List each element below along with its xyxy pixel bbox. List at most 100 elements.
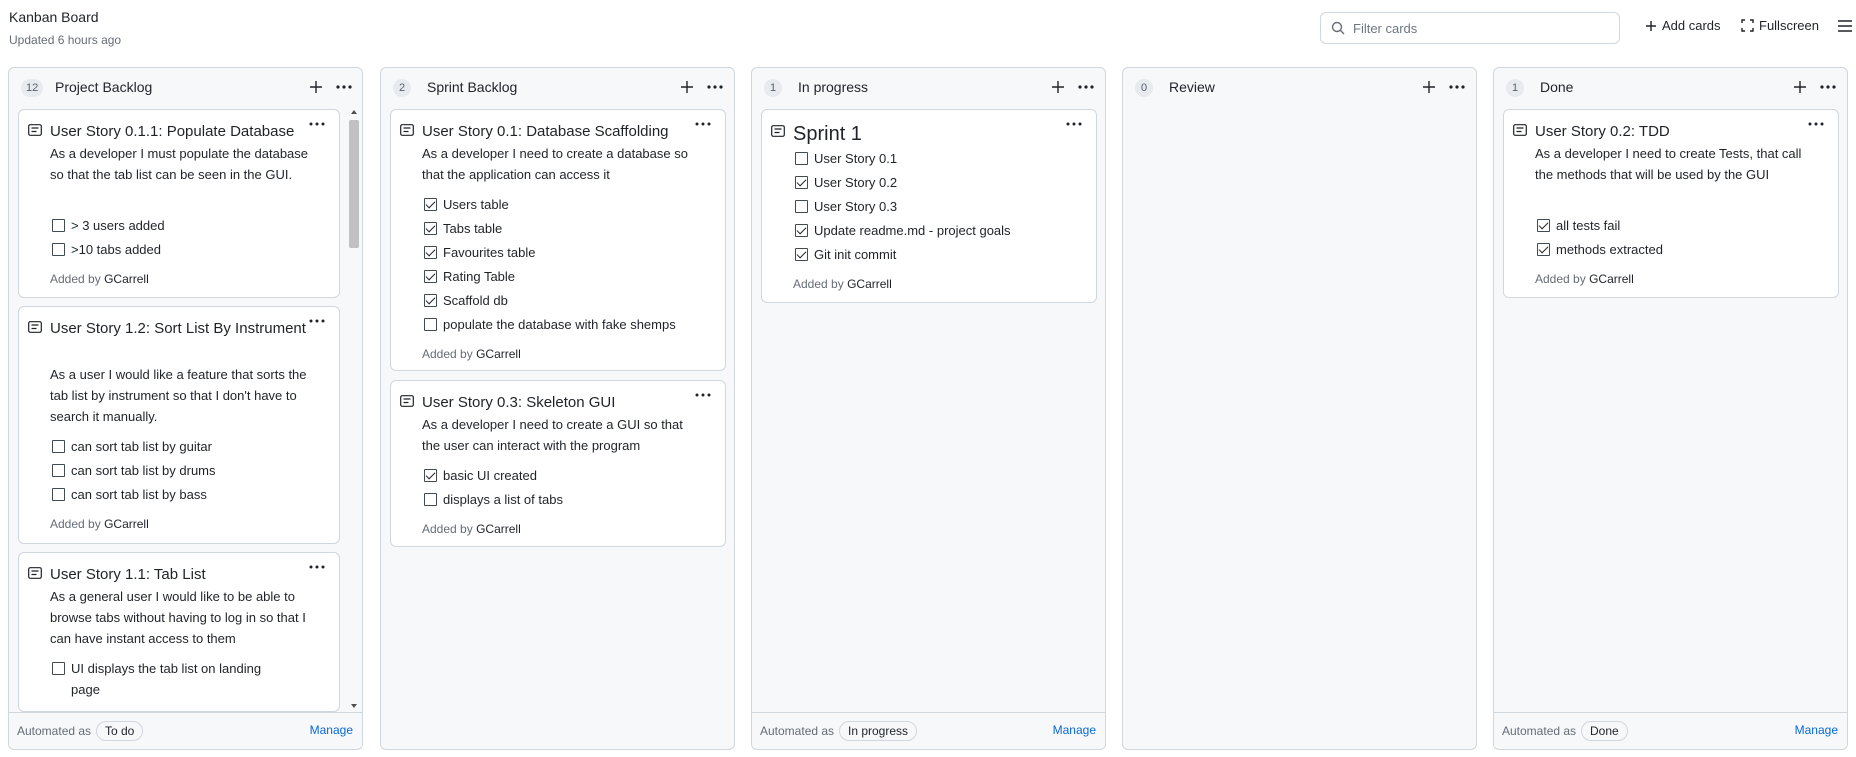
column-more-options-icon[interactable] <box>1076 77 1096 97</box>
card-more-options-icon[interactable] <box>308 120 326 134</box>
checkbox[interactable] <box>795 224 808 237</box>
author-link[interactable]: GCarrell <box>104 272 149 286</box>
note-icon <box>1513 124 1527 136</box>
checklist-item[interactable]: displays a list of tabs <box>424 491 563 509</box>
card-user-story-1-2[interactable]: User Story 1.2: Sort List By Instrument … <box>18 306 340 544</box>
card-user-story-0-1-1[interactable]: User Story 0.1.1: Populate Database As a… <box>18 109 340 298</box>
checklist-item[interactable]: Rating Table <box>424 268 515 286</box>
checkbox[interactable] <box>52 488 65 501</box>
fullscreen-button[interactable]: Fullscreen <box>1741 18 1819 33</box>
card-title[interactable]: User Story 0.1.1: Populate Database <box>50 120 318 144</box>
filter-cards-input[interactable] <box>1353 18 1613 38</box>
filter-cards-field[interactable] <box>1320 12 1620 44</box>
card-sprint-1[interactable]: Sprint 1 User Story 0.1 User Story 0.2 U… <box>761 109 1097 303</box>
manage-automation-link[interactable]: Manage <box>1053 723 1096 737</box>
author-link[interactable]: GCarrell <box>104 517 149 531</box>
checkbox[interactable] <box>424 246 437 259</box>
checklist-item[interactable]: Update readme.md - project goals <box>795 222 1011 240</box>
column-more-options-icon[interactable] <box>334 77 354 97</box>
scroll-down-arrow-icon[interactable] <box>350 702 358 710</box>
card-user-story-0-1[interactable]: User Story 0.1: Database Scaffolding As … <box>390 109 726 371</box>
checkbox[interactable] <box>424 198 437 211</box>
card-more-options-icon[interactable] <box>308 563 326 577</box>
author-link[interactable]: GCarrell <box>476 522 521 536</box>
card-description: As a developer I need to create a databa… <box>422 146 688 182</box>
scroll-up-arrow-icon[interactable] <box>350 108 358 116</box>
checklist-label: Tabs table <box>443 221 503 236</box>
checklist-item[interactable]: User Story 0.1 <box>795 150 897 168</box>
card-more-options-icon[interactable] <box>308 317 326 331</box>
add-card-plus-icon[interactable] <box>1419 77 1439 97</box>
card-more-options-icon[interactable] <box>694 391 712 405</box>
added-by-label: Added by <box>50 517 101 531</box>
checklist-item[interactable]: populate the database with fake shemps <box>424 316 676 334</box>
column-more-options-icon[interactable] <box>1818 77 1838 97</box>
card-title[interactable]: User Story 0.1: Database Scaffolding <box>422 120 712 144</box>
checklist-label: > 3 users added <box>71 218 165 233</box>
checklist-item[interactable]: Tabs table <box>424 220 502 238</box>
column-more-options-icon[interactable] <box>705 77 725 97</box>
checkbox[interactable] <box>795 248 808 261</box>
checkbox[interactable] <box>424 270 437 283</box>
checkbox[interactable] <box>424 469 437 482</box>
checklist-item[interactable]: Favourites table <box>424 244 536 262</box>
checklist-item[interactable]: UI displays the tab list on landing page <box>52 660 282 700</box>
checklist-item[interactable]: User Story 0.2 <box>795 174 897 192</box>
checkbox[interactable] <box>52 243 65 256</box>
card-user-story-0-3[interactable]: User Story 0.3: Skeleton GUI As a develo… <box>390 380 726 547</box>
checklist-item[interactable]: > 3 users added <box>52 217 165 235</box>
checkbox[interactable] <box>795 200 808 213</box>
plus-icon <box>1646 20 1656 31</box>
checkbox[interactable] <box>52 464 65 477</box>
checklist-item[interactable]: Scaffold db <box>424 292 508 310</box>
author-link[interactable]: GCarrell <box>847 277 892 291</box>
card-more-options-icon[interactable] <box>1807 120 1825 134</box>
checklist-item[interactable]: User Story 0.3 <box>795 198 897 216</box>
checkbox[interactable] <box>1537 243 1550 256</box>
manage-automation-link[interactable]: Manage <box>1795 723 1838 737</box>
card-more-options-icon[interactable] <box>694 120 712 134</box>
card-title[interactable]: User Story 0.2: TDD <box>1535 120 1803 144</box>
checkbox[interactable] <box>424 318 437 331</box>
add-cards-button[interactable]: Add cards <box>1645 18 1721 33</box>
checklist-item[interactable]: methods extracted <box>1537 241 1663 259</box>
checkbox[interactable] <box>52 219 65 232</box>
column-scrollbar[interactable] <box>347 106 361 714</box>
add-card-plus-icon[interactable] <box>1790 77 1810 97</box>
card-user-story-1-1[interactable]: User Story 1.1: Tab List As a general us… <box>18 552 340 712</box>
checklist-item[interactable]: all tests fail <box>1537 217 1620 235</box>
checklist-item[interactable]: can sort tab list by guitar <box>52 438 212 456</box>
card-title[interactable]: User Story 0.3: Skeleton GUI <box>422 391 712 415</box>
checklist-item[interactable]: Git init commit <box>795 246 896 264</box>
add-card-plus-icon[interactable] <box>306 77 326 97</box>
checkbox[interactable] <box>52 440 65 453</box>
card-user-story-0-2[interactable]: User Story 0.2: TDD As a developer I nee… <box>1503 109 1839 298</box>
checkbox[interactable] <box>424 222 437 235</box>
checkbox[interactable] <box>424 294 437 307</box>
scrollbar-thumb[interactable] <box>349 120 359 248</box>
checkbox[interactable] <box>795 152 808 165</box>
column-footer: Automated as To do Manage <box>9 712 362 749</box>
checklist-item[interactable]: can sort tab list by drums <box>52 462 216 480</box>
checklist-label: all tests fail <box>1556 218 1621 233</box>
card-title[interactable]: Sprint 1 <box>793 122 1061 146</box>
hamburger-menu-icon[interactable] <box>1838 20 1852 32</box>
checklist-item[interactable]: >10 tabs added <box>52 241 161 259</box>
checklist-item[interactable]: Users table <box>424 196 509 214</box>
card-more-options-icon[interactable] <box>1065 120 1083 134</box>
checkbox[interactable] <box>795 176 808 189</box>
add-card-plus-icon[interactable] <box>677 77 697 97</box>
author-link[interactable]: GCarrell <box>1589 272 1634 286</box>
manage-automation-link[interactable]: Manage <box>310 723 353 737</box>
add-card-plus-icon[interactable] <box>1048 77 1068 97</box>
checkbox[interactable] <box>1537 219 1550 232</box>
checkbox[interactable] <box>52 662 65 675</box>
column-more-options-icon[interactable] <box>1447 77 1467 97</box>
checkbox[interactable] <box>424 493 437 506</box>
card-title[interactable]: User Story 1.2: Sort List By Instrument <box>50 317 318 341</box>
checklist-item[interactable]: basic UI created <box>424 467 537 485</box>
author-link[interactable]: GCarrell <box>476 347 521 361</box>
checklist-item[interactable]: can sort tab list by bass <box>52 486 207 504</box>
card-title[interactable]: User Story 1.1: Tab List <box>50 563 318 587</box>
column-review: 0 Review <box>1122 67 1477 750</box>
